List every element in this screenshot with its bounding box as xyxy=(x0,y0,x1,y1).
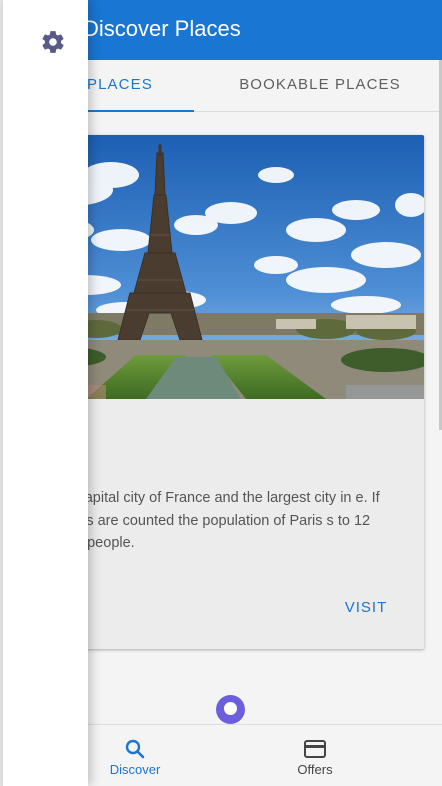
nav-discover-label: Discover xyxy=(109,762,161,777)
gear-icon[interactable] xyxy=(40,29,66,55)
search-icon xyxy=(125,739,145,759)
tab-bookable-places[interactable]: BOOKABLE PLACES xyxy=(220,60,420,112)
visit-button[interactable]: VISIT xyxy=(326,593,406,623)
nav-offers-label: Offers xyxy=(297,762,333,777)
side-drawer xyxy=(3,0,88,786)
app-shell: Discover Places PLACES BOOKABLE PLACES s… xyxy=(0,0,442,786)
nav-offers[interactable]: Offers xyxy=(255,725,375,786)
card-icon xyxy=(304,740,326,758)
nav-discover[interactable]: Discover xyxy=(75,725,195,786)
map-pin-fab[interactable] xyxy=(216,695,245,724)
toolbar-title: Discover Places xyxy=(83,16,241,41)
card-description: s the capital city of France and the lar… xyxy=(42,490,380,551)
